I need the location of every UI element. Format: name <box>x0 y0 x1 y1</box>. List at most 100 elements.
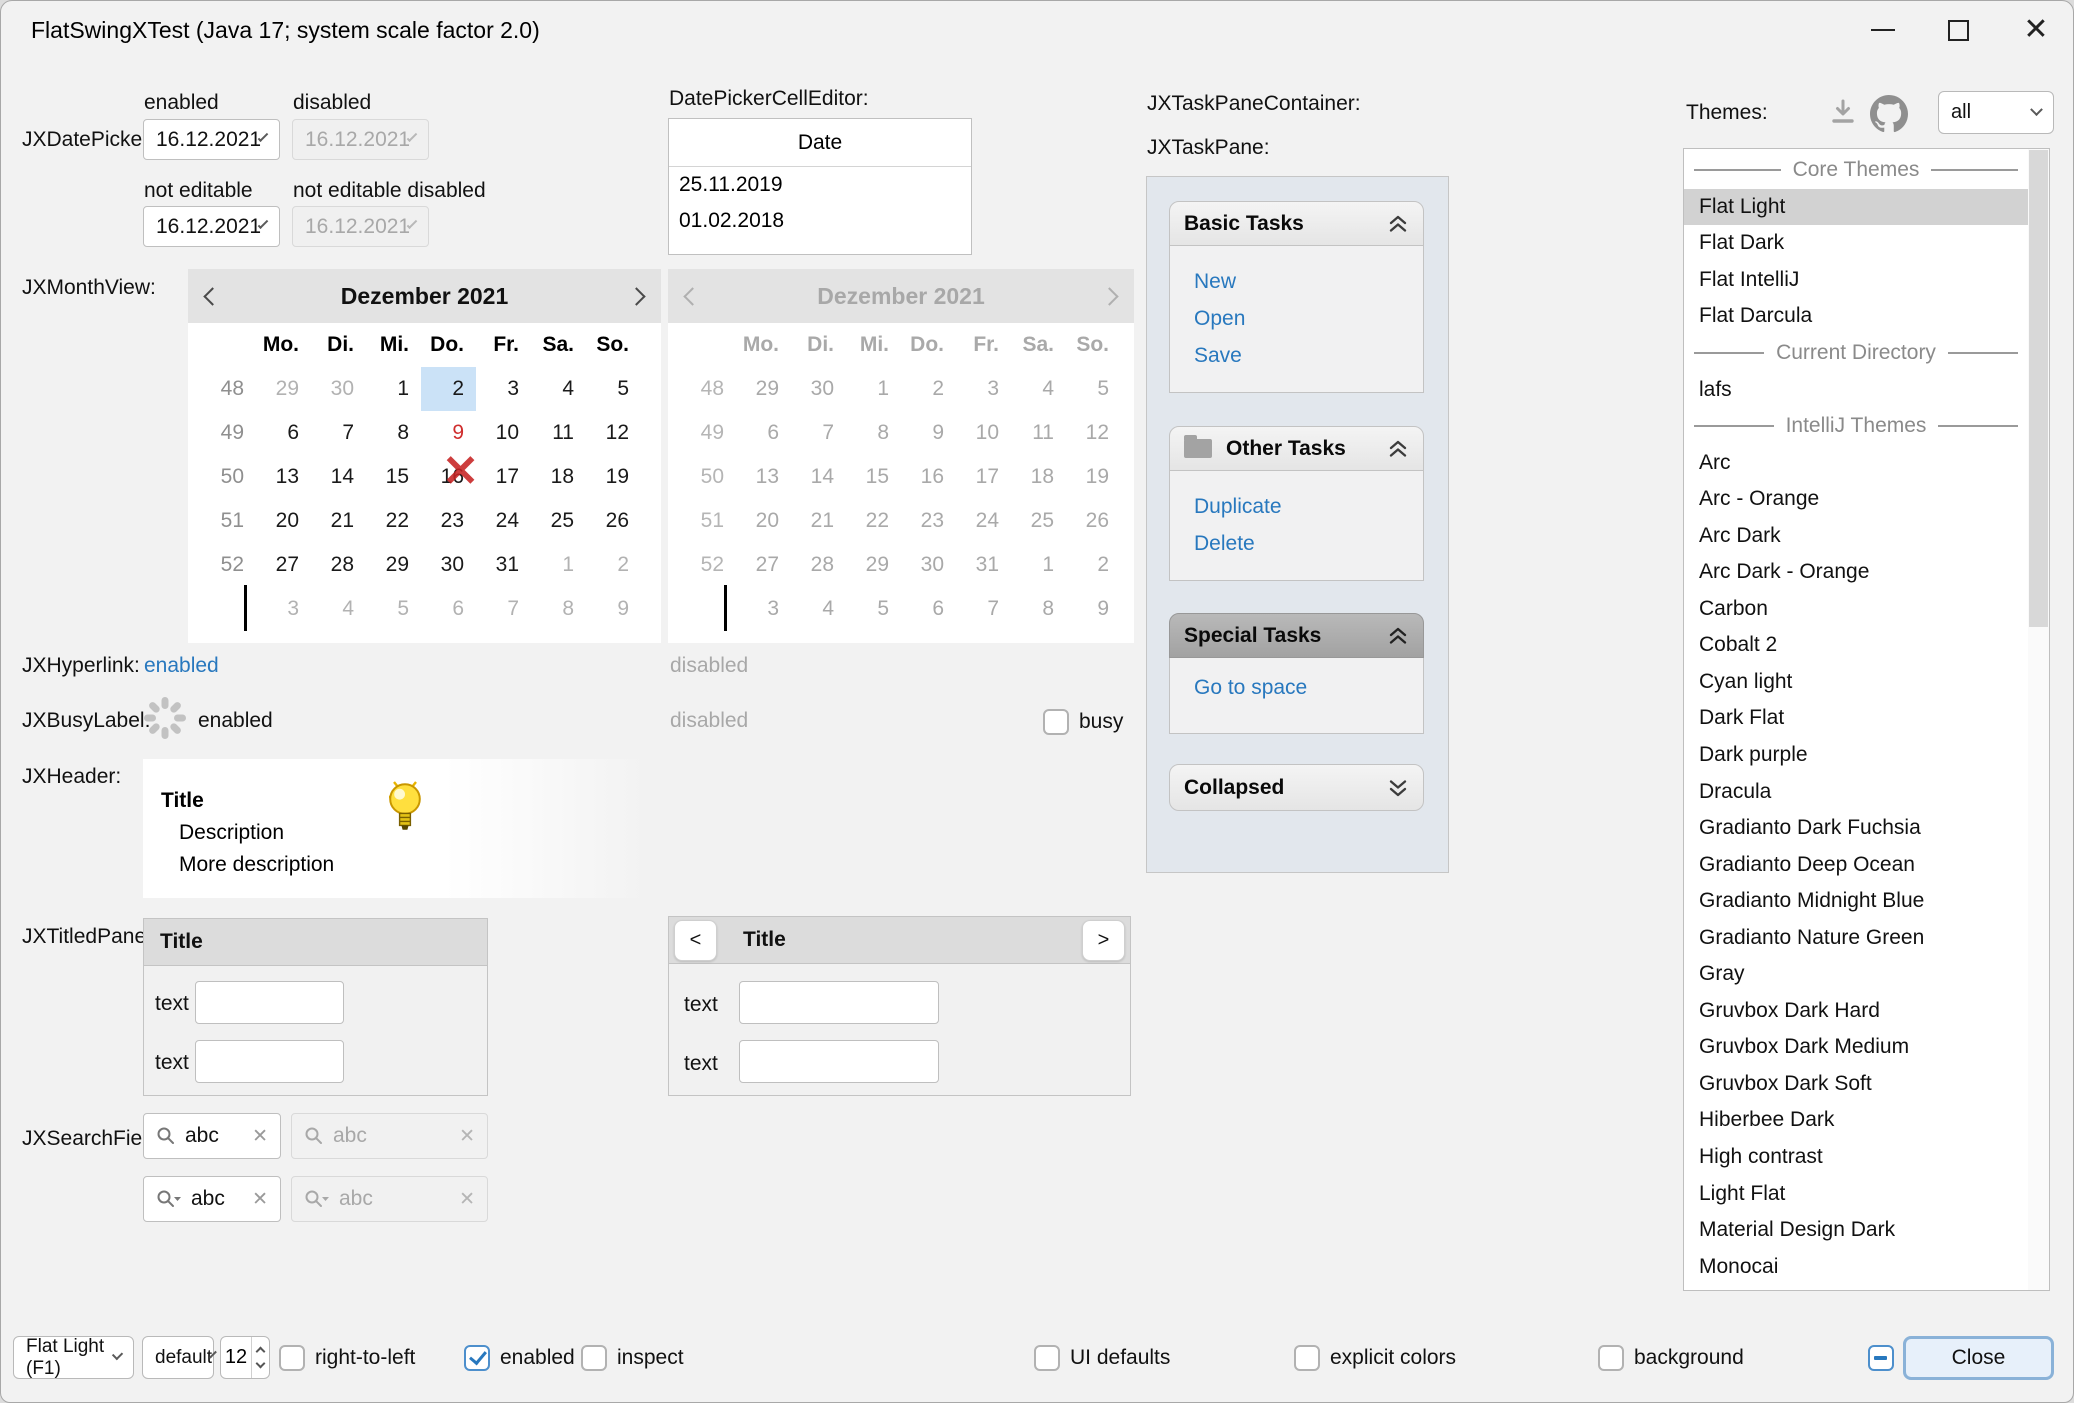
taskpane-header-basic-tasks[interactable]: Basic Tasks <box>1169 201 1424 246</box>
calendar-day[interactable]: 18 <box>531 455 586 499</box>
calendar-day[interactable]: 6 <box>421 587 476 631</box>
calendar-day[interactable]: 16 <box>421 455 476 499</box>
calendar-day[interactable]: 4 <box>311 587 366 631</box>
theme-item[interactable]: Flat Dark <box>1684 225 2028 262</box>
calendar-day[interactable]: 25 <box>531 499 586 543</box>
calendar-day[interactable]: 30 <box>421 543 476 587</box>
checkbox-background[interactable] <box>1598 1345 1624 1371</box>
minimize-button[interactable] <box>1847 1 1919 59</box>
theme-item[interactable]: Monocai <box>1684 1248 2028 1285</box>
calendar-day[interactable]: 7 <box>311 411 366 455</box>
maximize-button[interactable] <box>1922 1 1994 59</box>
theme-item[interactable]: Gray <box>1684 956 2028 993</box>
checkbox-explicit-colors[interactable] <box>1294 1345 1320 1371</box>
theme-item[interactable]: Carbon <box>1684 591 2028 628</box>
checkbox-opaque[interactable] <box>1868 1345 1894 1371</box>
calendar-day[interactable]: 23 <box>421 499 476 543</box>
calendar-day[interactable]: 11 <box>531 411 586 455</box>
theme-item[interactable]: Flat Darcula <box>1684 298 2028 335</box>
calendar-day[interactable]: 14 <box>311 455 366 499</box>
theme-item[interactable]: Gradianto Midnight Blue <box>1684 883 2028 920</box>
calendar-day[interactable]: 3 <box>256 587 311 631</box>
theme-item[interactable]: Arc <box>1684 444 2028 481</box>
calendar-day[interactable]: 5 <box>366 587 421 631</box>
calendar-day[interactable]: 19 <box>586 455 641 499</box>
clear-icon[interactable]: ✕ <box>252 1125 268 1148</box>
theme-item[interactable]: Flat IntelliJ <box>1684 262 2028 299</box>
theme-item[interactable]: Arc Dark - Orange <box>1684 554 2028 591</box>
checkbox-inspect[interactable] <box>581 1345 607 1371</box>
busy-checkbox[interactable] <box>1043 709 1069 735</box>
task-link[interactable]: Delete <box>1194 532 1423 556</box>
theme-item[interactable]: Arc - Orange <box>1684 481 2028 518</box>
task-link[interactable]: Duplicate <box>1194 495 1423 519</box>
calendar-day[interactable]: 2 <box>586 543 641 587</box>
theme-item[interactable]: lafs <box>1684 371 2028 408</box>
task-link[interactable]: Save <box>1194 344 1423 368</box>
task-link[interactable]: Go to space <box>1194 676 1423 700</box>
font-size-spinner[interactable]: 12 <box>220 1336 270 1379</box>
taskpane-header-collapsed[interactable]: Collapsed <box>1169 764 1424 811</box>
calendar-day[interactable]: 31 <box>476 543 531 587</box>
hyperlink-enabled[interactable]: enabled <box>144 654 219 678</box>
next-month-icon[interactable] <box>627 287 645 305</box>
table-row[interactable]: 25.11.2019 <box>669 167 971 203</box>
calendar-day[interactable]: 5 <box>586 367 641 411</box>
calendar-day[interactable]: 7 <box>476 587 531 631</box>
calendar-day[interactable]: 29 <box>366 543 421 587</box>
titled-panel-right-button[interactable]: > <box>1082 920 1125 961</box>
scrollbar-thumb[interactable] <box>2029 150 2048 627</box>
theme-item[interactable]: High contrast <box>1684 1139 2028 1176</box>
calendar-day[interactable]: 17 <box>476 455 531 499</box>
font-combo[interactable]: default <box>142 1336 214 1379</box>
calendar-day[interactable]: 1 <box>531 543 586 587</box>
table-row[interactable]: 01.02.2018 <box>669 203 971 239</box>
theme-item[interactable]: Hiberbee Dark <box>1684 1102 2028 1139</box>
theme-item[interactable]: Gradianto Dark Fuchsia <box>1684 810 2028 847</box>
taskpane-header-special-tasks[interactable]: Special Tasks <box>1169 613 1424 658</box>
calendar-day[interactable]: 2 <box>421 367 476 411</box>
calendar-day[interactable]: 22 <box>366 499 421 543</box>
datepicker-enabled[interactable]: 16.12.2021 <box>143 119 280 160</box>
calendar-day[interactable]: 30 <box>311 367 366 411</box>
taskpane-header-other-tasks[interactable]: Other Tasks <box>1169 426 1424 471</box>
text-input[interactable] <box>739 981 939 1024</box>
calendar-day[interactable]: 26 <box>586 499 641 543</box>
calendar-day[interactable]: 15 <box>366 455 421 499</box>
search-field[interactable]: abc ✕ <box>143 1113 281 1159</box>
theme-item[interactable]: Dark purple <box>1684 737 2028 774</box>
calendar-day[interactable]: 3 <box>476 367 531 411</box>
theme-item[interactable]: Dark Flat <box>1684 700 2028 737</box>
calendar-day[interactable]: 29 <box>256 367 311 411</box>
calendar-day[interactable]: 9 <box>586 587 641 631</box>
theme-item[interactable]: Gradianto Deep Ocean <box>1684 846 2028 883</box>
text-input[interactable] <box>195 1040 344 1083</box>
calendar-day[interactable]: 4 <box>531 367 586 411</box>
clear-icon[interactable]: ✕ <box>252 1188 268 1211</box>
github-icon[interactable] <box>1870 95 1908 133</box>
calendar-day[interactable]: 20 <box>256 499 311 543</box>
theme-item[interactable]: Dracula <box>1684 773 2028 810</box>
close-button[interactable]: Close <box>1903 1336 2054 1380</box>
calendar-day[interactable]: 9 <box>421 411 476 455</box>
download-icon[interactable] <box>1828 98 1858 128</box>
table-column-header[interactable]: Date <box>669 119 971 167</box>
theme-item[interactable]: Flat Light <box>1684 189 2028 226</box>
theme-item[interactable]: Gruvbox Dark Soft <box>1684 1066 2028 1103</box>
theme-item[interactable]: Nord <box>1684 1285 2028 1291</box>
lookandfeel-combo[interactable]: Flat Light (F1) <box>13 1336 134 1379</box>
text-input[interactable] <box>739 1040 939 1083</box>
calendar-day[interactable]: 6 <box>256 411 311 455</box>
calendar-day[interactable]: 8 <box>366 411 421 455</box>
theme-filter-combo[interactable]: all <box>1938 91 2054 134</box>
calendar-day[interactable]: 10 <box>476 411 531 455</box>
theme-item[interactable]: Gruvbox Dark Hard <box>1684 993 2028 1030</box>
calendar-day[interactable]: 12 <box>586 411 641 455</box>
calendar-day[interactable]: 13 <box>256 455 311 499</box>
calendar-day[interactable]: 1 <box>366 367 421 411</box>
task-link[interactable]: Open <box>1194 307 1423 331</box>
theme-item[interactable]: Material Design Dark <box>1684 1212 2028 1249</box>
checkbox-enabled[interactable] <box>464 1345 490 1371</box>
calendar-day[interactable]: 27 <box>256 543 311 587</box>
search-field-with-menu[interactable]: abc ✕ <box>143 1176 281 1222</box>
